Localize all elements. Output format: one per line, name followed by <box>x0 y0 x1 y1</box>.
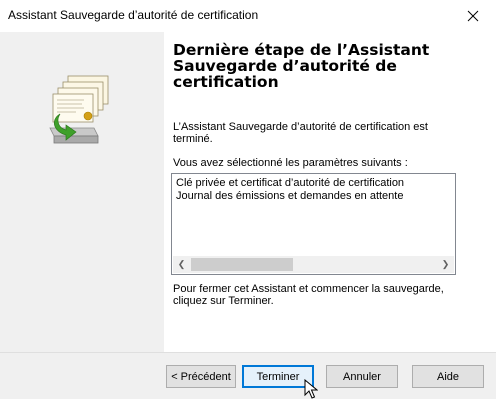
list-item: Journal des émissions et demandes en att… <box>176 190 404 202</box>
close-icon <box>467 10 479 22</box>
completion-message: L’Assistant Sauvegarde d’autorité de cer… <box>173 121 463 145</box>
help-button[interactable]: Aide <box>412 365 484 388</box>
mouse-pointer-icon <box>304 379 318 399</box>
close-button[interactable] <box>450 0 496 32</box>
page-title-line: Dernière étape de l’Assistant <box>173 41 430 59</box>
scrollbar-thumb[interactable] <box>191 258 293 271</box>
horizontal-scrollbar[interactable]: ❮ ❯ <box>173 256 454 273</box>
cancel-button[interactable]: Annuler <box>326 365 398 388</box>
selected-settings-list[interactable]: Clé privée et certificat d’autorité de c… <box>171 173 456 275</box>
list-item: Clé privée et certificat d’autorité de c… <box>176 177 405 189</box>
scroll-left-arrow-icon[interactable]: ❮ <box>173 256 190 273</box>
finish-instructions: Pour fermer cet Assistant et commencer l… <box>173 283 463 307</box>
completion-line: terminé. <box>173 133 213 145</box>
scroll-right-arrow-icon[interactable]: ❯ <box>437 256 454 273</box>
page-title-line: Sauvegarde d’autorité de <box>173 57 397 75</box>
certificate-backup-icon <box>49 75 109 144</box>
back-button[interactable]: < Précédent <box>166 365 236 388</box>
page-title-line: certification <box>173 73 279 91</box>
page-title: Dernière étape de l’Assistant Sauvegarde… <box>173 42 491 90</box>
title-bar: Assistant Sauvegarde d’autorité de certi… <box>0 0 496 32</box>
wizard-side-panel <box>0 32 164 352</box>
instruction-line: cliquez sur Terminer. <box>173 295 274 307</box>
completion-line: L’Assistant Sauvegarde d’autorité de cer… <box>173 121 428 133</box>
window-title: Assistant Sauvegarde d’autorité de certi… <box>8 8 259 22</box>
instruction-line: Pour fermer cet Assistant et commencer l… <box>173 283 444 295</box>
selected-settings-label: Vous avez sélectionné les paramètres sui… <box>173 157 408 169</box>
